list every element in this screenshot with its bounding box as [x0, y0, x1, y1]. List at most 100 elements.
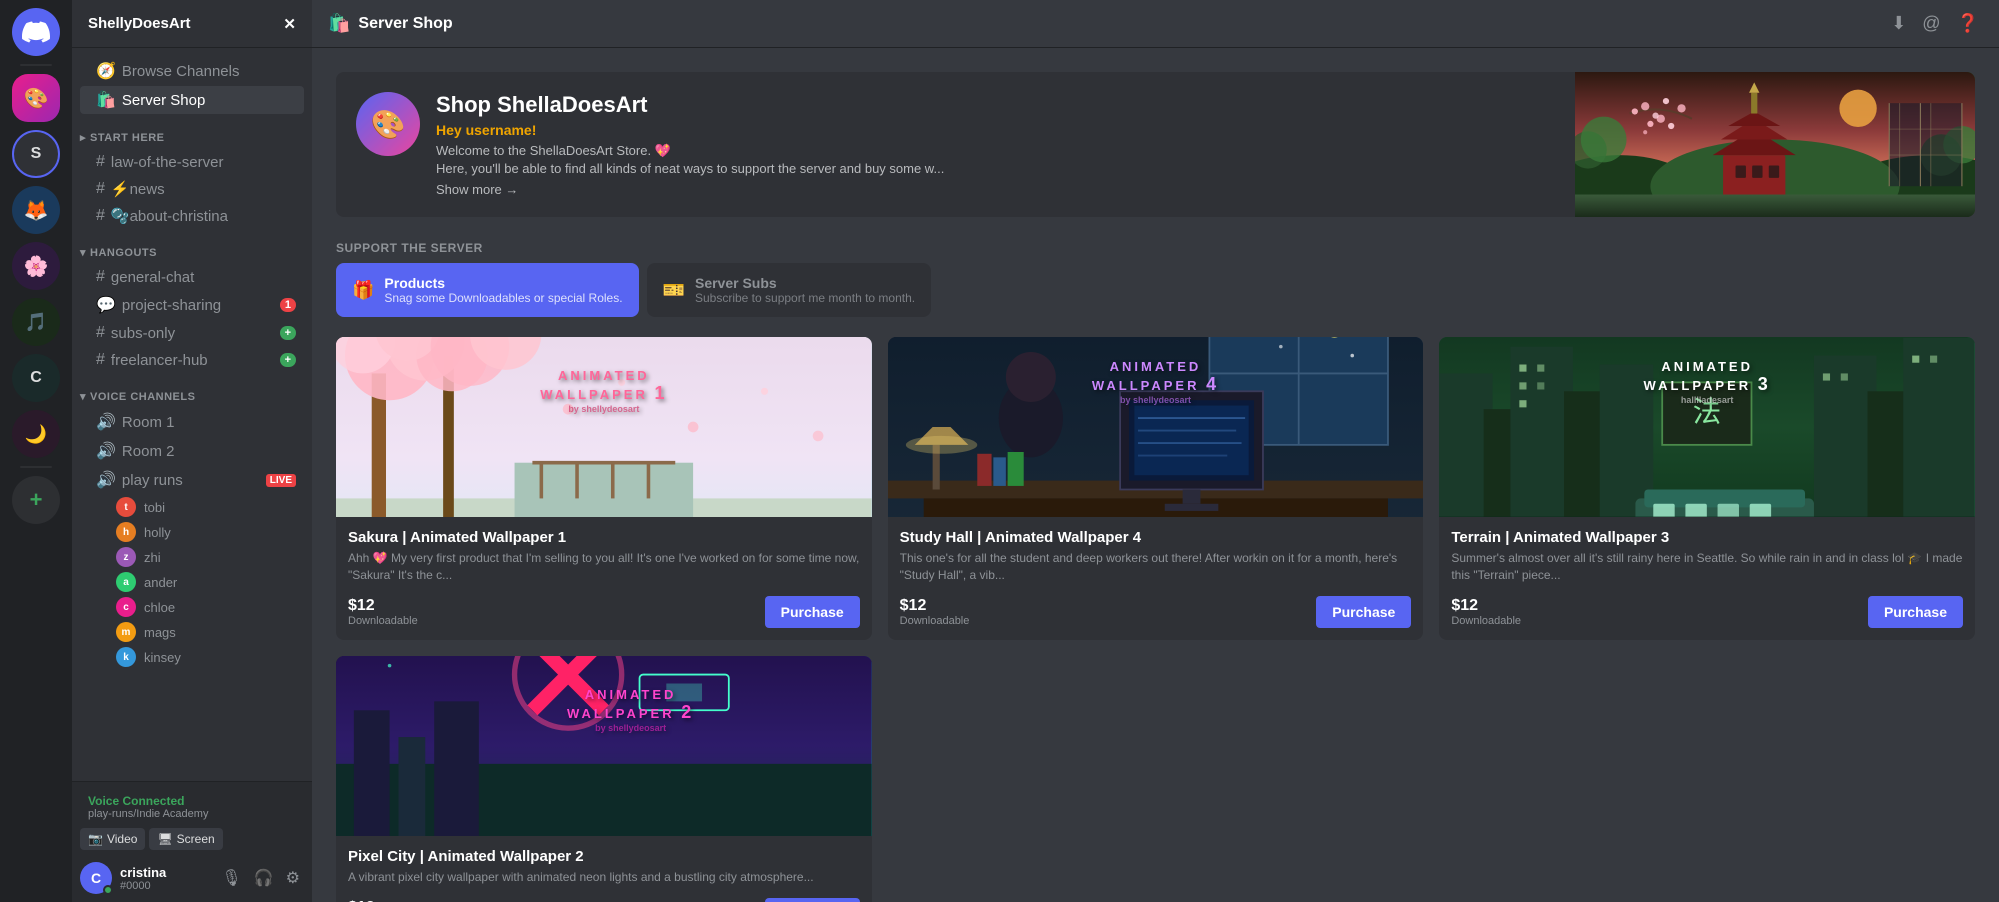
voice-member-kinsey[interactable]: k kinsey	[80, 645, 304, 669]
chevron-down-icon: ✕	[283, 15, 296, 33]
project-icon: 💬	[96, 295, 116, 315]
voice-icon-3: 🔊	[96, 470, 116, 490]
discord-home-button[interactable]	[12, 8, 60, 56]
product-image-study: ANIMATED WALLPAPER 4 by shellydeosart	[888, 337, 1424, 517]
server-subs-tab[interactable]: 🎫 Server Subs Subscribe to support me mo…	[647, 263, 932, 317]
channel-news[interactable]: # ⚡news	[80, 176, 304, 202]
category-hangouts[interactable]: ▾ HANGOUTS	[72, 230, 312, 263]
purchase-button-wallpaper2[interactable]: Purchase	[765, 898, 860, 902]
member-name-ander: ander	[144, 575, 177, 590]
mute-button[interactable]: 🎙	[217, 864, 245, 892]
video-button[interactable]: 📷 Video	[80, 828, 145, 850]
server-icon-3[interactable]: 🌸	[12, 242, 60, 290]
product-desc-study: This one's for all the student and deep …	[900, 550, 1412, 584]
voice-member-chloe[interactable]: c chloe	[80, 595, 304, 619]
channel-name-room1: Room 1	[122, 414, 296, 431]
screen-button[interactable]: 🖥 Screen	[149, 828, 222, 850]
member-name-holly: holly	[144, 525, 171, 540]
server-icon-4[interactable]: 🎵	[12, 298, 60, 346]
channel-law[interactable]: # law-of-the-server	[80, 149, 304, 175]
shop-avatar-image: 🎨	[356, 92, 420, 156]
server-header[interactable]: ShellyDoesArt ✕	[72, 0, 312, 48]
user-tag: #0000	[120, 880, 209, 892]
settings-button[interactable]: ⚙	[282, 864, 304, 892]
screen-icon: 🖥	[157, 832, 172, 846]
purchase-button-terrain[interactable]: Purchase	[1868, 596, 1963, 628]
channel-room2[interactable]: 🔊 Room 2	[80, 437, 304, 465]
help-button[interactable]: ❓	[1953, 9, 1983, 38]
avatar-chloe: c	[116, 597, 136, 617]
server-icon-5[interactable]: C	[12, 354, 60, 402]
product-footer-wallpaper2: $12 Downloadable Purchase	[348, 898, 860, 902]
server-icon-2[interactable]: 🦊	[12, 186, 60, 234]
shop-greeting: Hey username!	[436, 122, 1555, 138]
category-voice[interactable]: ▾ VOICE CHANNELS	[72, 374, 312, 407]
product-price-terrain: $12 Downloadable	[1451, 597, 1521, 627]
add-server-button[interactable]: +	[12, 476, 60, 524]
support-label: SUPPORT THE SERVER	[336, 241, 1975, 255]
download-button[interactable]: ⬇	[1887, 9, 1910, 38]
channel-play-runs[interactable]: 🔊 play runs LIVE	[80, 466, 304, 494]
header-actions: ⬇ @ ❓	[1887, 9, 1983, 38]
server-icon-1[interactable]: S	[12, 130, 60, 178]
category-label-2: HANGOUTS	[90, 247, 157, 259]
products-tab[interactable]: 🎁 Products Snag some Downloadables or sp…	[336, 263, 639, 317]
browse-channels-item[interactable]: 🧭 Browse Channels	[80, 57, 304, 85]
product-footer-terrain: $12 Downloadable Purchase	[1451, 596, 1963, 628]
channel-room1[interactable]: 🔊 Room 1	[80, 408, 304, 436]
product-name-sakura: Sakura | Animated Wallpaper 1	[348, 529, 860, 546]
member-name-mags: mags	[144, 625, 176, 640]
product-desc-terrain: Summer's almost over all it's still rain…	[1451, 550, 1963, 584]
username: cristina	[120, 865, 209, 880]
voice-category-label: VOICE CHANNELS	[90, 391, 195, 403]
shop-header-icon: 🛍️	[328, 13, 350, 34]
channel-about[interactable]: # 🫧about-christina	[80, 203, 304, 229]
channel-name-project: project-sharing	[122, 297, 274, 314]
server-icons-sidebar: 🎨 S 🦊 🌸 🎵 C 🌙 +	[0, 0, 72, 902]
server-shop-item[interactable]: 🛍️ Server Shop	[80, 86, 304, 114]
purchase-button-study[interactable]: Purchase	[1316, 596, 1411, 628]
server-icon-shellyart[interactable]: 🎨	[12, 74, 60, 122]
product-card-terrain[interactable]: 法 ANIMATED WALLPAPER 3 halllladesart Ter…	[1439, 337, 1975, 640]
product-desc-wallpaper2: A vibrant pixel city wallpaper with anim…	[348, 869, 860, 886]
product-name-study: Study Hall | Animated Wallpaper 4	[900, 529, 1412, 546]
show-more-link[interactable]: Show more →	[436, 182, 518, 197]
product-footer-sakura: $12 Downloadable Purchase	[348, 596, 860, 628]
member-name-chloe: chloe	[144, 600, 175, 615]
text-channel-icon: #	[96, 153, 105, 171]
user-avatar: C	[80, 862, 112, 894]
product-card-wallpaper2[interactable]: ANIMATED WALLPAPER 2 by shellydeosart Pi…	[336, 656, 872, 902]
freelancer-badge: +	[280, 353, 296, 367]
product-card-sakura[interactable]: ANIMATED WALLPAPER 1 by shellydeosart Sa…	[336, 337, 872, 640]
products-tab-icon: 🎁	[352, 280, 374, 301]
purchase-button-sakura[interactable]: Purchase	[765, 596, 860, 628]
voice-member-holly[interactable]: h holly	[80, 520, 304, 544]
voice-channel-name: play-runs/Indie Academy	[88, 808, 296, 820]
channel-name-news: ⚡news	[111, 180, 296, 198]
download-icon: ⬇	[1891, 13, 1906, 33]
voice-member-tobi[interactable]: t tobi	[80, 495, 304, 519]
channel-project[interactable]: 💬 project-sharing 1	[80, 291, 304, 319]
screen-label: Screen	[177, 832, 215, 846]
text-channel-icon-2: #	[96, 207, 105, 225]
server-icon-6[interactable]: 🌙	[12, 410, 60, 458]
compass-icon: 🧭	[96, 61, 116, 81]
at-icon: @	[1922, 13, 1940, 33]
voice-member-mags[interactable]: m mags	[80, 620, 304, 644]
channel-freelancer[interactable]: # freelancer-hub +	[80, 347, 304, 373]
deafen-button[interactable]: 🎧	[250, 864, 278, 892]
server-subs-sub: Subscribe to support me month to month.	[695, 291, 915, 305]
product-desc-sakura: Ahh 💖 My very first product that I'm sel…	[348, 550, 860, 584]
voice-member-ander[interactable]: a ander	[80, 570, 304, 594]
subs-badge: +	[280, 326, 296, 340]
category-start-here[interactable]: ▸ START HERE	[72, 115, 312, 148]
voice-member-zhi[interactable]: z zhi	[80, 545, 304, 569]
channel-name-freelancer: freelancer-hub	[111, 352, 274, 369]
mention-button[interactable]: @	[1918, 9, 1944, 38]
product-card-study[interactable]: ANIMATED WALLPAPER 4 by shellydeosart St…	[888, 337, 1424, 640]
price-sakura: $12	[348, 597, 418, 615]
channel-general[interactable]: # general-chat	[80, 264, 304, 290]
product-image-sakura: ANIMATED WALLPAPER 1 by shellydeosart	[336, 337, 872, 517]
channel-subs[interactable]: # subs-only +	[80, 320, 304, 346]
user-controls: 🎙 🎧 ⚙	[217, 864, 304, 892]
